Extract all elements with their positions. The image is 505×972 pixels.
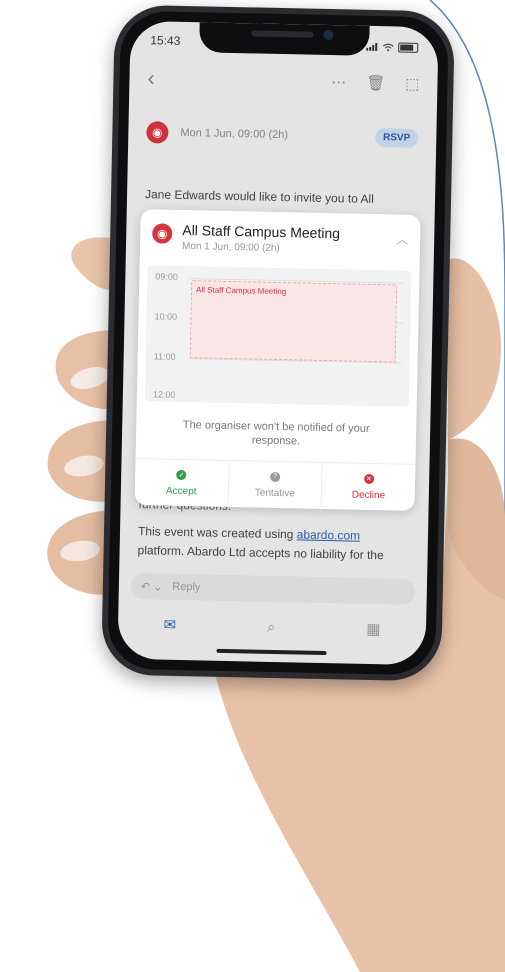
- decline-button[interactable]: ✕ Decline: [322, 463, 416, 511]
- reply-bar[interactable]: ↶ ⌄ Reply: [130, 572, 416, 605]
- rsvp-actions: ✓ Accept ? Tentative ✕ Decline: [134, 458, 416, 511]
- check-icon: ✓: [176, 469, 187, 480]
- phone-frame: 15:43 ‹ ⋯ 🗑 ⬚ ◉ Mon 1 Jun, 09:00 (2h) RS…: [101, 4, 455, 682]
- wifi-icon: [382, 43, 394, 52]
- rsvp-badge[interactable]: RSVP: [374, 127, 419, 148]
- tentative-label: Tentative: [254, 487, 295, 499]
- hour-label: 09:00: [155, 271, 178, 282]
- front-camera: [323, 29, 334, 41]
- reply-label: Reply: [172, 580, 201, 594]
- notch: [199, 22, 370, 56]
- event-card: ◉ All Staff Campus Meeting Mon 1 Jun, 09…: [134, 209, 421, 511]
- calendar-event-label: All Staff Campus Meeting: [196, 285, 287, 297]
- invite-text: Jane Edwards would like to invite you to…: [144, 187, 374, 206]
- trash-icon[interactable]: 🗑: [366, 74, 385, 92]
- speaker: [251, 30, 314, 38]
- event-subtitle: Mon 1 Jun, 09:00 (2h): [181, 240, 280, 255]
- calendar-preview: 09:00 10:00 11:00 12:00 All Staff Campus…: [144, 265, 412, 407]
- event-title-block: All Staff Campus Meeting Mon 1 Jun, 09:0…: [182, 222, 340, 255]
- message-date: Mon 1 Jun, 09:00 (2h): [180, 126, 289, 142]
- hour-label: 10:00: [154, 311, 178, 322]
- accept-button[interactable]: ✓ Accept: [134, 459, 230, 507]
- mail-icon[interactable]: ✉: [163, 616, 176, 634]
- status-icons: [366, 36, 419, 59]
- accept-label: Accept: [165, 485, 197, 497]
- signal-icon: [366, 42, 378, 52]
- calendar-event-block[interactable]: All Staff Campus Meeting: [189, 280, 398, 363]
- phone-screen: 15:43 ‹ ⋯ 🗑 ⬚ ◉ Mon 1 Jun, 09:00 (2h) RS…: [117, 20, 439, 666]
- event-card-header: ◉ All Staff Campus Meeting Mon 1 Jun, 09…: [140, 209, 421, 257]
- event-title: All Staff Campus Meeting: [182, 221, 341, 242]
- message-toolbar: ‹ ⋯ 🗑 ⬚: [129, 61, 438, 101]
- search-icon[interactable]: ⌕: [267, 618, 276, 635]
- reply-icon[interactable]: ↶ ⌄: [141, 580, 163, 593]
- phone-bezel: 15:43 ‹ ⋯ 🗑 ⬚ ◉ Mon 1 Jun, 09:00 (2h) RS…: [107, 10, 449, 676]
- bottom-tab-bar: ✉ ⌕ ▦: [118, 607, 427, 647]
- ellipsis-icon[interactable]: ⋯: [331, 73, 346, 91]
- decline-label: Decline: [351, 489, 386, 501]
- calendar-icon[interactable]: ▦: [366, 620, 381, 638]
- abardo-link[interactable]: abardo.com: [297, 528, 361, 543]
- hour-label: 11:00: [153, 351, 176, 362]
- sender-logo-icon: ◉: [146, 121, 169, 144]
- event-logo-icon: ◉: [152, 223, 173, 244]
- tentative-button[interactable]: ? Tentative: [228, 461, 323, 509]
- organiser-notice: The organiser won't be notified of your …: [182, 419, 370, 448]
- close-icon: ✕: [363, 473, 374, 484]
- message-meta: ◉ Mon 1 Jun, 09:00 (2h) RSVP: [146, 121, 419, 149]
- chevron-left-icon[interactable]: ‹: [147, 65, 155, 91]
- hour-label: 12:00: [152, 389, 176, 400]
- home-indicator[interactable]: [216, 648, 327, 656]
- body-line-1-text: This event was created using: [137, 524, 297, 542]
- chevron-up-icon[interactable]: ︿: [396, 230, 408, 247]
- toolbar-actions: ⋯ 🗑 ⬚: [331, 73, 420, 93]
- status-time: 15:43: [150, 33, 181, 48]
- archive-icon[interactable]: ⬚: [405, 75, 420, 93]
- battery-icon: [398, 42, 419, 53]
- question-icon: ?: [270, 471, 281, 482]
